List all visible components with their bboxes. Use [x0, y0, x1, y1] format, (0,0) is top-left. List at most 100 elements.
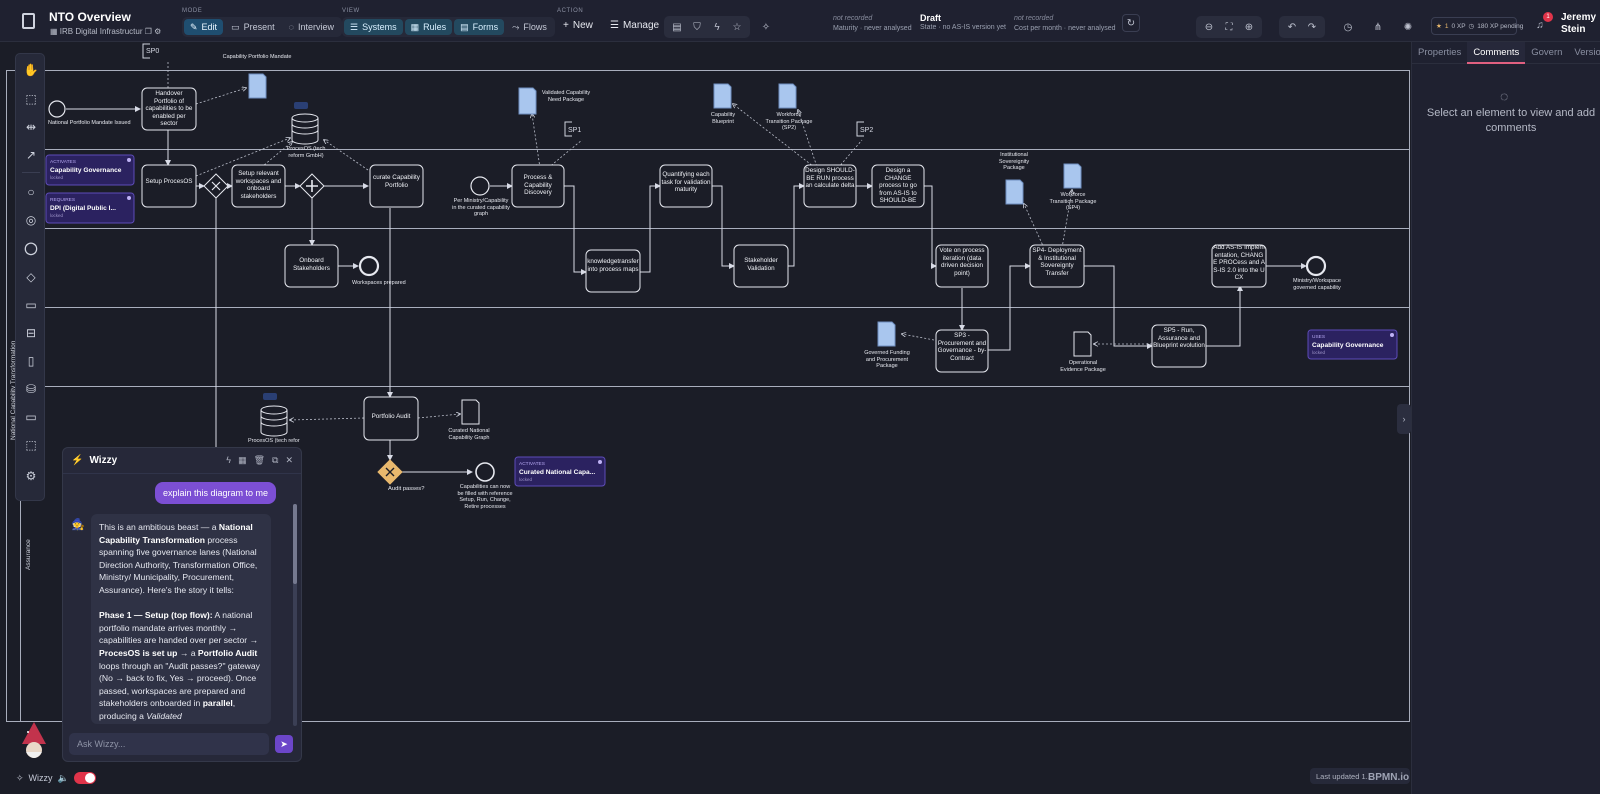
task-label: Setup ProcesOS: [145, 178, 193, 185]
start-event-icon[interactable]: ○: [23, 184, 39, 200]
card-uses[interactable]: USES Capability Governance locked: [1307, 329, 1398, 360]
bpmn-logo[interactable]: BPMN.io: [1368, 772, 1409, 783]
start-event[interactable]: [470, 176, 490, 196]
document-icon[interactable]: [518, 87, 537, 115]
card-tag: REQUIRES: [50, 197, 75, 203]
gateway-icon[interactable]: ◇: [23, 269, 39, 285]
card-tag: ACTIVATES: [50, 159, 76, 165]
intermediate-event-icon[interactable]: ◎: [23, 212, 39, 228]
expand-icon[interactable]: ⧉: [272, 455, 278, 466]
tab-comments[interactable]: Comments: [1467, 42, 1526, 64]
user-name[interactable]: Jeremy Stein: [1561, 12, 1597, 36]
task-label: Onboard Stakeholders: [293, 257, 330, 272]
database-label: ProcesOS (tech reform GmbH): [286, 146, 326, 159]
card-title: Capability Governance: [50, 167, 122, 174]
wizzy-avatar[interactable]: [16, 720, 52, 762]
assistant-message: This is an ambitious beast — a National …: [91, 514, 271, 724]
document-icon[interactable]: [877, 321, 896, 347]
tab-properties[interactable]: Properties: [1412, 42, 1467, 64]
end-event[interactable]: [358, 255, 380, 277]
task-label: knowledgetransfer into process maps: [587, 258, 639, 273]
task-label: Portfolio Audit: [371, 413, 411, 420]
subprocess-icon[interactable]: ⊟: [23, 325, 39, 341]
lane-name: Assurance: [25, 539, 32, 570]
task-label: SP4- Deployment & Institutional Sovereig…: [1032, 247, 1082, 277]
document-icon[interactable]: [1063, 163, 1082, 189]
database-icon[interactable]: [260, 405, 288, 437]
group-icon[interactable]: ⬚: [23, 437, 39, 453]
database-icon[interactable]: [291, 113, 319, 145]
start-event[interactable]: [48, 100, 66, 118]
task-label: Design SHOULD-BE RUN process an calculat…: [805, 167, 855, 189]
document-label: Operational Evidence Package: [1060, 360, 1106, 373]
wizzy-toggle[interactable]: [73, 772, 96, 784]
chat-scrollbar[interactable]: [293, 504, 297, 726]
wizzy-label: Wizzy: [28, 773, 53, 783]
chevron-right-icon[interactable]: ›: [1397, 404, 1411, 434]
hand-tool-icon[interactable]: ✋: [23, 62, 39, 78]
close-icon[interactable]: ✕: [285, 455, 293, 466]
task-label: Quantifying each task for validation mat…: [661, 171, 711, 193]
event-label: Capabilities can now be filled with refe…: [457, 484, 513, 510]
sp2-annotation[interactable]: SP2: [860, 127, 873, 134]
card-activates-curated[interactable]: ACTIVATES Curated National Capa... locke…: [514, 456, 606, 487]
task-label: Setup relevant workspaces and onboard st…: [235, 170, 282, 200]
task-label: Add AS-IS Implementation, CHANGE PROCess…: [1213, 244, 1265, 281]
data-object-icon[interactable]: ▯: [23, 353, 39, 369]
tool-palette: ✋ ⬚ ⇹ ↗ ○ ◎ ◯ ◇ ▭ ⊟ ▯ ⛁ ▭ ⬚ ⚙: [15, 53, 45, 501]
document-icon[interactable]: [778, 83, 797, 109]
task-label: SP3 - Procurement and Governance - by- C…: [937, 332, 987, 362]
card-tag: USES: [1312, 334, 1325, 340]
speaker-icon[interactable]: 🔈: [58, 773, 69, 784]
wizard-avatar-icon: 🧙: [71, 519, 85, 531]
notification-badge: 1: [1543, 12, 1553, 22]
sp1-annotation[interactable]: SP1: [568, 127, 581, 134]
card-requires[interactable]: REQUIRES DPI (Digital Public I... locked: [45, 192, 135, 224]
document-label: Governed Funding and Procurement Package: [864, 350, 910, 369]
empty-state-message: Select an element to view and add commen…: [1426, 107, 1596, 134]
trophy-icon: ★: [1436, 23, 1442, 30]
card-activates[interactable]: ACTIVATES Capability Governance locked: [45, 154, 135, 186]
wizzy-chat-panel: ⚡ Wizzy ϟ ▦ 🗑 ⧉ ✕ explain this diagram t…: [62, 447, 302, 762]
card-status: locked: [50, 213, 64, 218]
document-label: Workforce Transition Package (SP4): [1049, 192, 1097, 211]
bolt-icon[interactable]: ϟ: [226, 455, 231, 466]
grid-icon[interactable]: ▦: [238, 455, 247, 466]
properties-panel: Properties Comments Govern Versions ◌ Se…: [1411, 42, 1600, 794]
trash-icon[interactable]: 🗑: [254, 455, 265, 466]
end-event-icon[interactable]: ◯: [23, 240, 39, 256]
document-icon[interactable]: [461, 399, 480, 425]
capability-mandate-label: Capability Portfolio Mandate: [223, 54, 292, 60]
send-icon[interactable]: ➤: [275, 735, 293, 753]
card-status: locked: [50, 175, 64, 180]
connect-tool-icon[interactable]: ↗: [23, 147, 39, 163]
task-icon[interactable]: ▭: [23, 297, 39, 313]
wizzy-input[interactable]: Ask Wizzy...: [69, 733, 269, 755]
xp-badge[interactable]: ★ 1 0 XP ◷ 180 XP pending: [1431, 17, 1523, 35]
end-event[interactable]: [1305, 255, 1327, 277]
lasso-tool-icon[interactable]: ⬚: [23, 91, 39, 107]
wizzy-tools: ϟ ▦ 🗑 ⧉ ✕: [226, 455, 293, 466]
space-tool-icon[interactable]: ⇹: [23, 119, 39, 135]
document-icon[interactable]: [1005, 179, 1024, 205]
task-label: Vote on process iteration (data driven d…: [939, 247, 985, 277]
tab-govern[interactable]: Govern: [1525, 42, 1568, 64]
sp0-annotation[interactable]: SP0: [146, 48, 159, 55]
document-label: Institutional Sovereignity Package: [998, 152, 1030, 171]
pool-icon[interactable]: ▭: [23, 409, 39, 425]
settings-icon[interactable]: ⚙: [23, 468, 39, 484]
task-label: Stakeholder Validation: [744, 257, 778, 272]
end-event[interactable]: [475, 462, 495, 482]
panel-tabs: Properties Comments Govern Versions: [1412, 42, 1600, 64]
event-label: Per Ministry/Capability in the curated c…: [452, 198, 510, 217]
document-icon[interactable]: [713, 83, 732, 109]
wand-icon: ✧: [16, 772, 24, 783]
data-store-icon[interactable]: ⛁: [23, 381, 39, 397]
task-label: curate Capability Portfolio: [373, 174, 420, 189]
clock-icon: ◷: [1468, 23, 1475, 30]
document-icon[interactable]: [1073, 331, 1092, 357]
document-label: Workforce Transition Package (SP2): [765, 112, 813, 131]
document-label: Capability Blueprint: [710, 112, 736, 125]
tab-versions[interactable]: Versions: [1568, 42, 1600, 64]
document-icon[interactable]: [248, 73, 267, 99]
